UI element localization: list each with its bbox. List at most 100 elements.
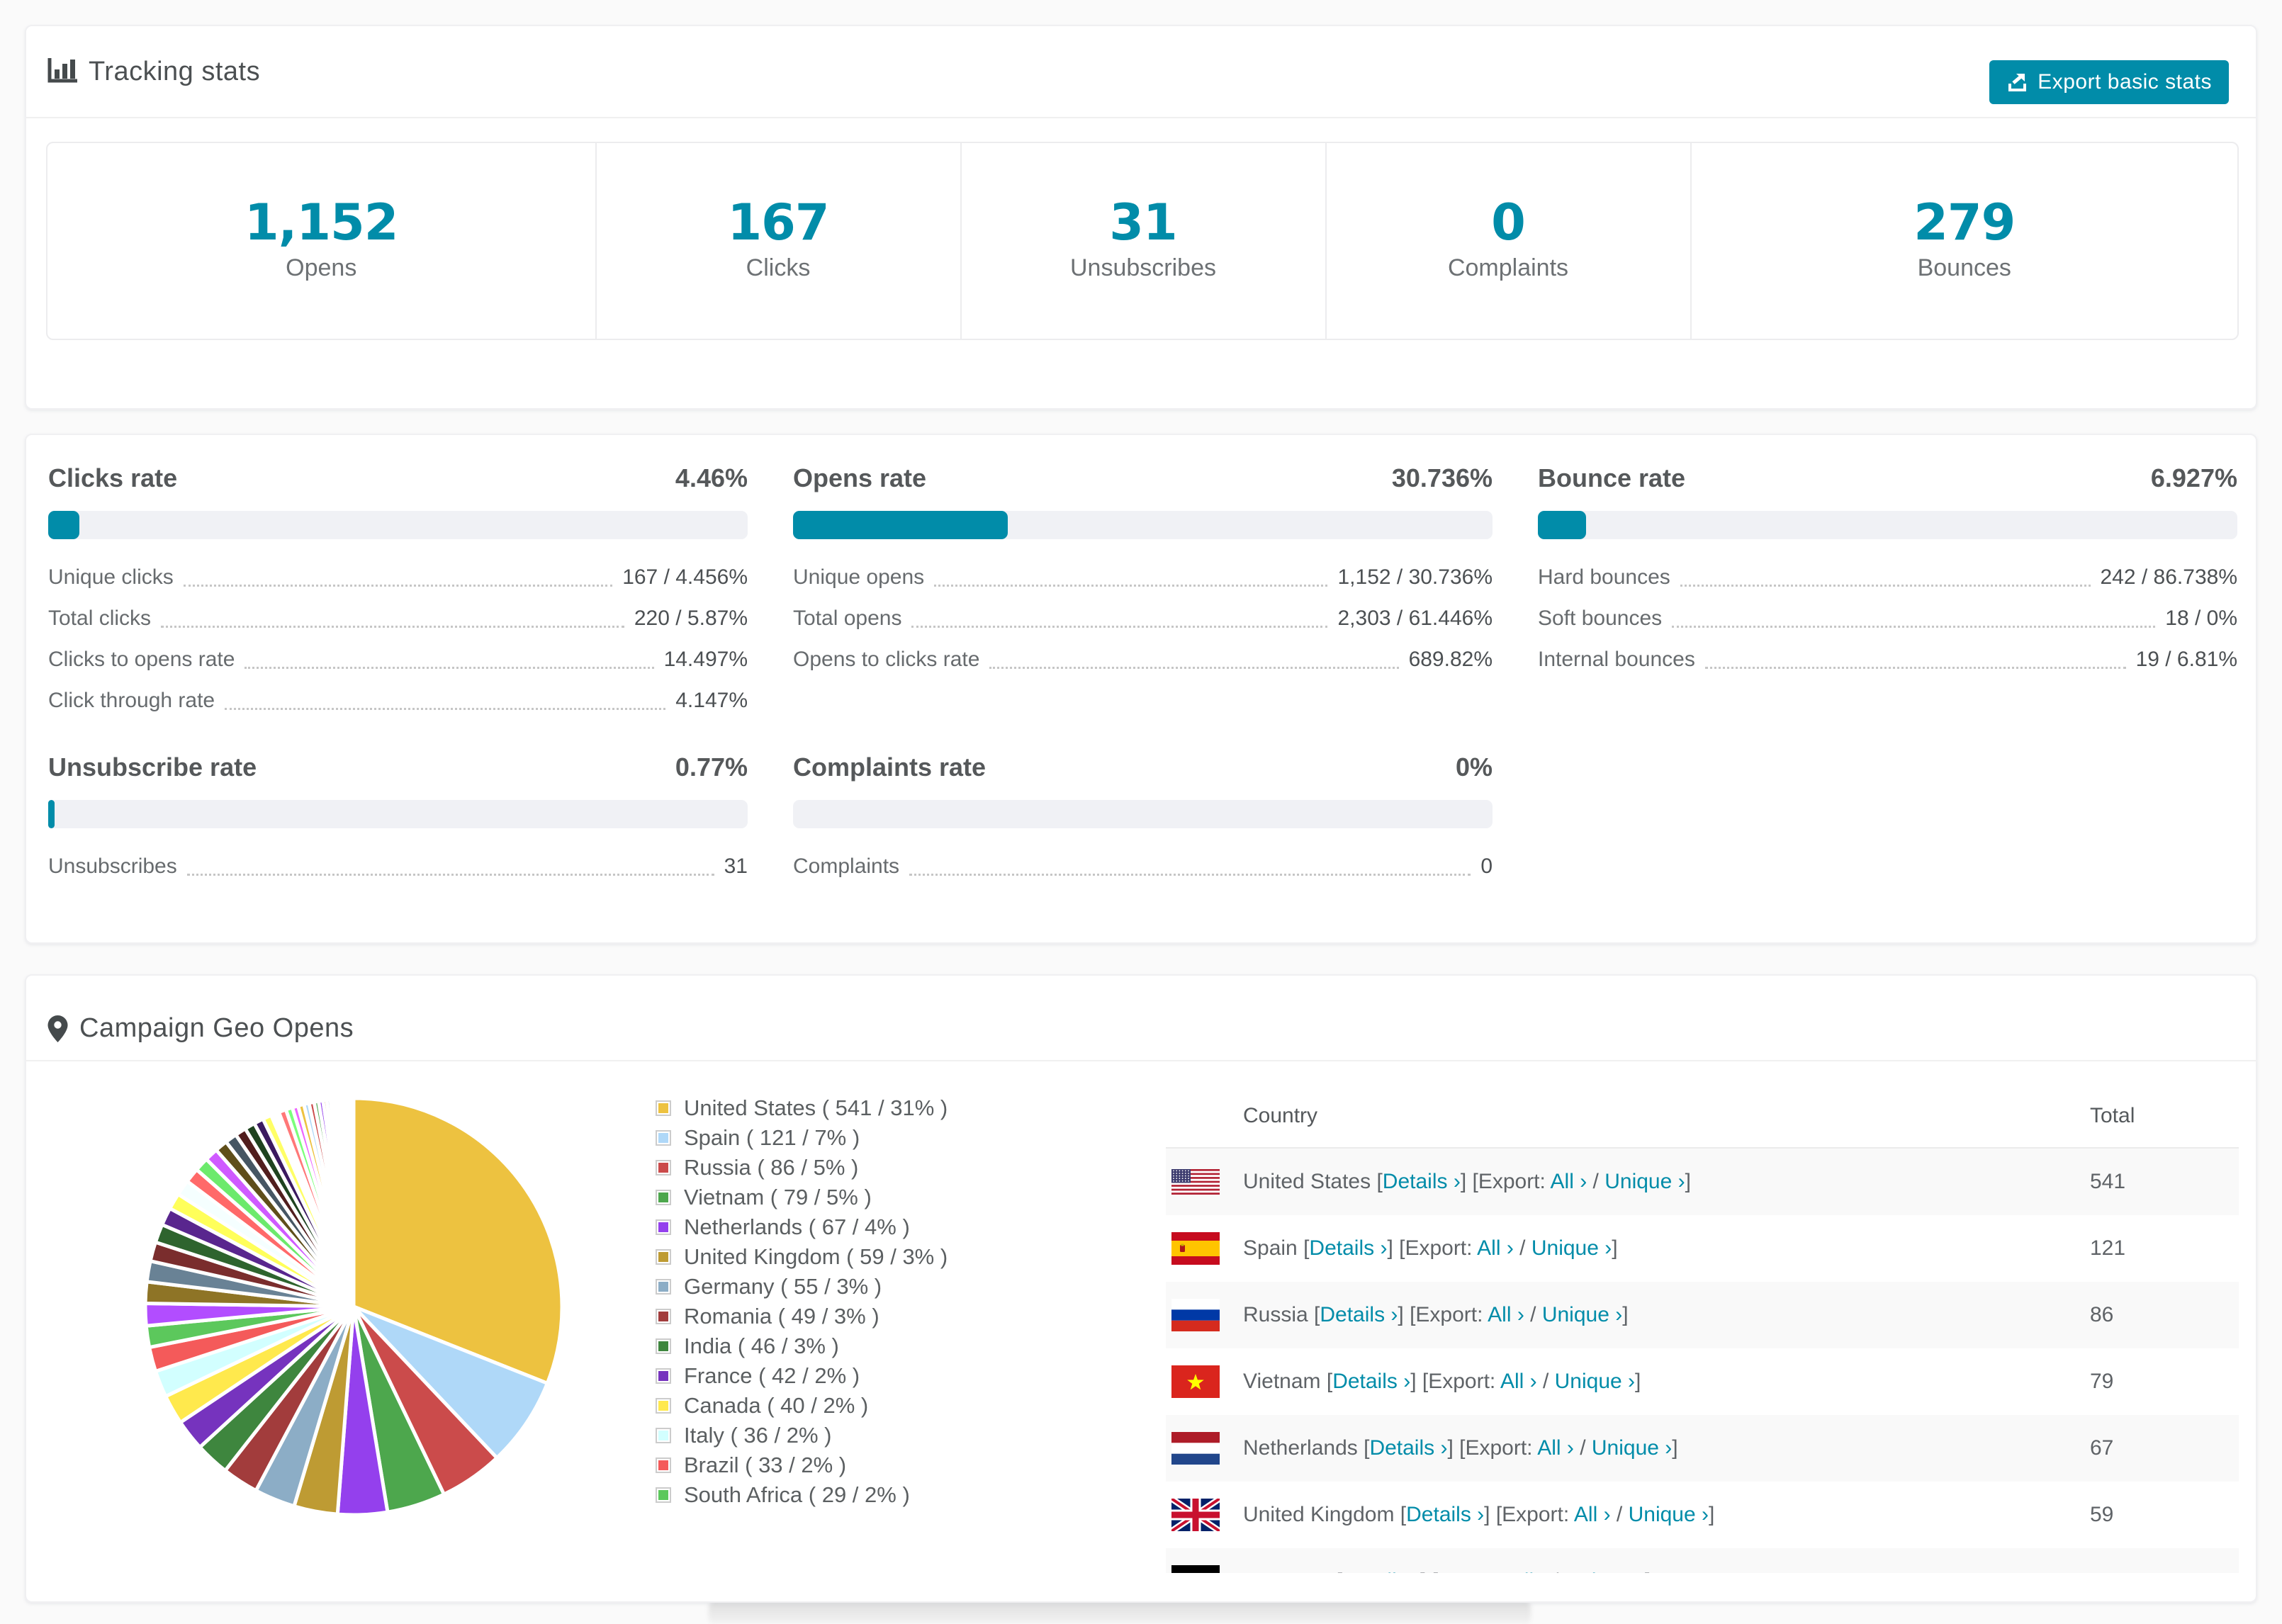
progress-fill	[48, 800, 55, 828]
legend-item-russia: Russia ( 86 / 5% )	[656, 1153, 948, 1183]
details-link[interactable]: Details ›	[1369, 1436, 1447, 1460]
legend-swatch	[656, 1130, 671, 1146]
tracking-stats-header: Tracking stats	[26, 26, 2256, 118]
legend-item-spain: Spain ( 121 / 7% )	[656, 1123, 948, 1153]
rate-row: Opens to clicks rate 689.82%	[793, 639, 1493, 680]
rate-section-unsubscribe-rate: Unsubscribe rate 0.77% Unsubscribes 31	[48, 752, 748, 887]
dotted-leader	[183, 584, 613, 587]
geo-row-country: United Kingdom [Details ›] [Export: All …	[1243, 1503, 1715, 1526]
rate-row-label: Clicks to opens rate	[48, 648, 235, 671]
pie-slice-other-57	[351, 1096, 356, 1309]
legend-swatch	[656, 1160, 671, 1175]
rate-percent: 0%	[1455, 752, 1493, 782]
rate-row: Internal bounces 19 / 6.81%	[1538, 639, 2237, 680]
rate-row-label: Unsubscribes	[48, 855, 177, 878]
rate-row-label: Opens to clicks rate	[793, 648, 980, 671]
progress-fill	[793, 511, 1008, 539]
rate-row-label: Unique clicks	[48, 565, 174, 589]
legend-label: Canada ( 40 / 2% )	[684, 1393, 869, 1418]
dotted-leader	[909, 873, 1471, 876]
geo-opens-table: Country Total United States [Details ›] …	[1166, 1085, 2239, 1573]
legend-swatch	[656, 1398, 671, 1414]
rate-row: Unique clicks 167 / 4.456%	[48, 557, 748, 598]
stat-label: Opens	[286, 254, 357, 281]
details-link[interactable]: Details ›	[1320, 1303, 1398, 1326]
dotted-leader	[1680, 584, 2091, 587]
export-unique-link[interactable]: Unique ›	[1555, 1370, 1635, 1393]
legend-item-brazil: Brazil ( 33 / 2% )	[656, 1450, 948, 1480]
rate-row-label: Total clicks	[48, 607, 152, 630]
bar-chart-icon	[47, 58, 77, 83]
legend-swatch	[656, 1428, 671, 1443]
rate-section-clicks-rate: Clicks rate 4.46% Unique clicks 167 / 4.…	[48, 463, 748, 721]
geo-table-row-es: Spain [Details ›] [Export: All › / Uniqu…	[1166, 1215, 2239, 1282]
legend-swatch	[656, 1279, 671, 1295]
nl-flag-icon	[1171, 1432, 1220, 1465]
legend-label: South Africa ( 29 / 2% )	[684, 1482, 910, 1507]
legend-item-united-kingdom: United Kingdom ( 59 / 3% )	[656, 1242, 948, 1272]
stat-label: Bounces	[1917, 254, 2011, 281]
legend-item-italy: Italy ( 36 / 2% )	[656, 1421, 948, 1450]
export-unique-link[interactable]: Unique ›	[1565, 1569, 1645, 1573]
legend-label: India ( 46 / 3% )	[684, 1333, 839, 1358]
es-flag-icon	[1171, 1232, 1220, 1265]
geo-row-country: Vietnam [Details ›] [Export: All › / Uni…	[1243, 1370, 1641, 1393]
details-link[interactable]: Details ›	[1332, 1370, 1410, 1393]
rate-row-value: 242 / 86.738%	[2100, 565, 2238, 589]
geo-table-row-ru: Russia [Details ›] [Export: All › / Uniq…	[1166, 1282, 2239, 1348]
legend-swatch	[656, 1249, 671, 1265]
stat-label: Complaints	[1447, 254, 1569, 281]
export-all-link[interactable]: All ›	[1510, 1569, 1547, 1573]
export-all-link[interactable]: All ›	[1500, 1370, 1537, 1393]
export-unique-link[interactable]: Unique ›	[1604, 1170, 1685, 1193]
legend-item-united-states: United States ( 541 / 31% )	[656, 1093, 948, 1123]
dotted-leader	[161, 625, 624, 628]
rate-row: Complaints 0	[793, 846, 1493, 887]
details-link[interactable]: Details ›	[1406, 1503, 1484, 1526]
legend-item-canada: Canada ( 40 / 2% )	[656, 1391, 948, 1421]
details-link[interactable]: Details ›	[1383, 1170, 1461, 1193]
export-basic-stats-button[interactable]: Export basic stats	[1989, 60, 2229, 104]
rate-percent: 0.77%	[675, 752, 748, 782]
dotted-leader	[1704, 666, 2126, 669]
legend-label: United Kingdom ( 59 / 3% )	[684, 1244, 948, 1269]
legend-label: France ( 42 / 2% )	[684, 1363, 860, 1388]
legend-label: Germany ( 55 / 3% )	[684, 1274, 882, 1299]
rate-row-label: Hard bounces	[1538, 565, 1670, 589]
geo-row-country: Russia [Details ›] [Export: All › / Uniq…	[1243, 1303, 1629, 1326]
rate-title: Complaints rate	[793, 752, 987, 782]
rates-card: Clicks rate 4.46% Unique clicks 167 / 4.…	[25, 434, 2257, 944]
legend-item-india: India ( 46 / 3% )	[656, 1331, 948, 1361]
gb-flag-icon	[1171, 1499, 1220, 1531]
export-unique-link[interactable]: Unique ›	[1592, 1436, 1672, 1460]
rate-row: Total opens 2,303 / 61.446%	[793, 598, 1493, 639]
export-all-link[interactable]: All ›	[1537, 1436, 1574, 1460]
export-all-link[interactable]: All ›	[1488, 1303, 1524, 1326]
export-unique-link[interactable]: Unique ›	[1542, 1303, 1622, 1326]
stat-box-clicks: 167 Clicks	[595, 143, 960, 339]
details-link[interactable]: Details ›	[1309, 1236, 1387, 1260]
rate-row-value: 689.82%	[1408, 648, 1493, 671]
de-flag-icon	[1171, 1565, 1220, 1573]
rate-row-value: 220 / 5.87%	[634, 607, 748, 630]
rate-percent: 30.736%	[1391, 463, 1493, 492]
geo-table-row-us: United States [Details ›] [Export: All ›…	[1166, 1149, 2239, 1215]
geo-table-header-row: Country Total	[1166, 1085, 2239, 1149]
export-all-link[interactable]: All ›	[1574, 1503, 1611, 1526]
progress-fill	[48, 511, 79, 539]
legend-swatch	[656, 1100, 671, 1116]
details-link[interactable]: Details ›	[1342, 1569, 1420, 1573]
campaign-geo-opens-title: Campaign Geo Opens	[79, 1013, 354, 1043]
geo-table-row-vn: Vietnam [Details ›] [Export: All › / Uni…	[1166, 1348, 2239, 1415]
rate-title: Unsubscribe rate	[48, 752, 257, 782]
tracking-stats-card: Tracking stats Export basic stats 1,152 …	[25, 25, 2257, 410]
rate-section-complaints-rate: Complaints rate 0% Complaints 0	[793, 752, 1493, 887]
export-all-link[interactable]: All ›	[1551, 1170, 1587, 1193]
export-all-link[interactable]: All ›	[1477, 1236, 1514, 1260]
geo-row-country: Spain [Details ›] [Export: All › / Uniqu…	[1243, 1236, 1618, 1260]
legend-item-south-africa: South Africa ( 29 / 2% )	[656, 1480, 948, 1510]
geo-table-header-total: Total	[2090, 1104, 2135, 1127]
export-unique-link[interactable]: Unique ›	[1531, 1236, 1612, 1260]
export-unique-link[interactable]: Unique ›	[1629, 1503, 1709, 1526]
geo-row-country: Germany [Details ›] [Export: All › / Uni…	[1243, 1569, 1651, 1573]
